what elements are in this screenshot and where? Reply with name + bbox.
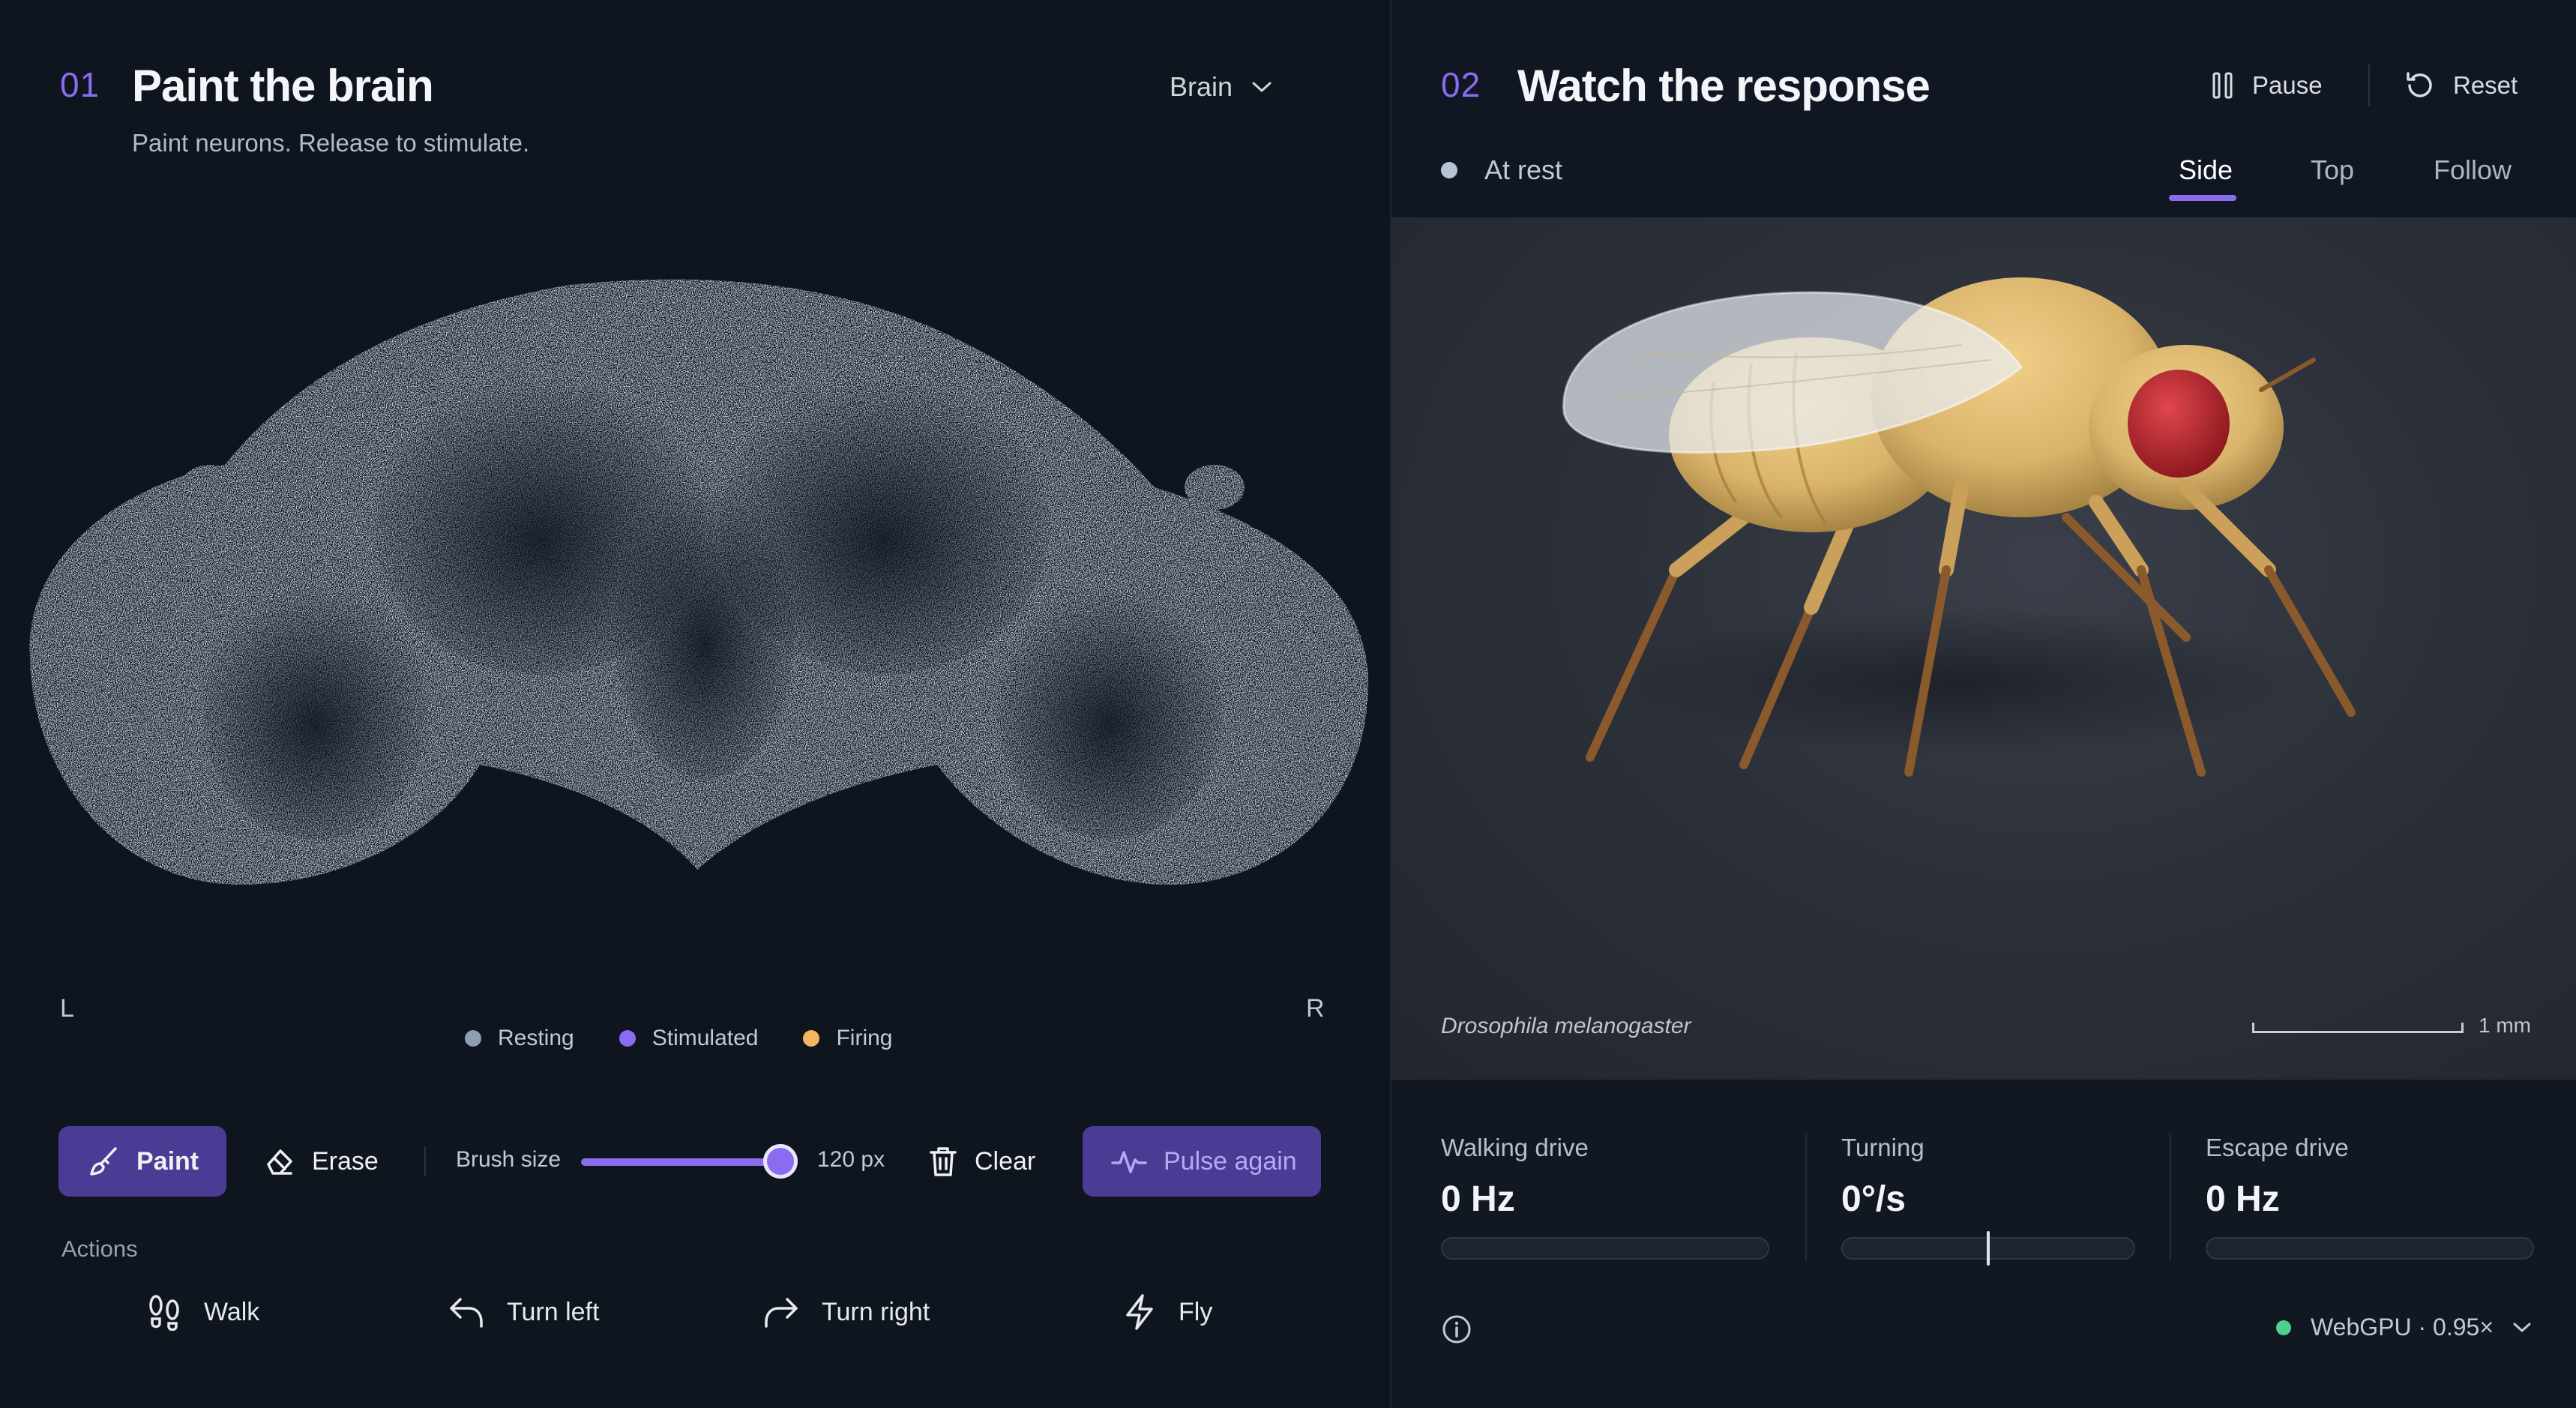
eraser-icon xyxy=(262,1145,295,1178)
tab-top[interactable]: Top xyxy=(2311,154,2354,186)
info-button[interactable] xyxy=(1441,1314,1472,1345)
firing-dot-icon xyxy=(803,1030,820,1047)
region-select[interactable]: Brain xyxy=(1170,66,1327,108)
walking-drive-bar xyxy=(1441,1237,1769,1260)
pulse-again-button[interactable]: Pulse again xyxy=(1083,1126,1321,1197)
backend-status-dot-icon xyxy=(2276,1320,2292,1335)
backend-selector[interactable]: WebGPU · 0.95× xyxy=(2276,1314,2531,1341)
tab-follow[interactable]: Follow xyxy=(2434,154,2512,186)
paint-button[interactable]: Paint xyxy=(58,1126,226,1197)
motor-metrics: Walking drive 0 Hz Turning 0°/s Escape d… xyxy=(1391,1080,2576,1408)
paintbrush-icon xyxy=(87,1145,120,1178)
resting-dot-icon xyxy=(465,1030,481,1047)
brain-canvas[interactable] xyxy=(0,240,1390,915)
toolbar-divider xyxy=(424,1147,426,1176)
brain-panel: 01 Paint the brain Paint neurons. Releas… xyxy=(0,0,1390,1408)
erase-button[interactable]: Erase xyxy=(262,1126,397,1197)
panel-title: Watch the response xyxy=(1517,61,1931,111)
pause-icon xyxy=(2212,71,2234,100)
escape-drive-bar xyxy=(2206,1237,2534,1260)
left-side-label: L xyxy=(60,994,74,1023)
species-label: Drosophila melanogaster xyxy=(1441,1014,1691,1038)
tab-side[interactable]: Side xyxy=(2179,154,2233,186)
turn-left-icon xyxy=(448,1295,484,1329)
pulse-icon xyxy=(1111,1146,1147,1176)
right-side-label: R xyxy=(1306,994,1325,1023)
legend-firing: Firing xyxy=(803,1026,892,1051)
pause-button[interactable]: Pause xyxy=(2212,63,2323,108)
metric-divider xyxy=(2170,1134,2171,1261)
brush-toolbar: Paint Erase Brush size 120 px Clear Puls… xyxy=(58,1126,1325,1197)
scale-label: 1 mm xyxy=(2479,1014,2531,1037)
step-number: 02 xyxy=(1441,65,1481,104)
brush-size-slider[interactable] xyxy=(581,1158,782,1166)
turn-right-icon xyxy=(763,1295,799,1329)
fly-status: At rest xyxy=(1441,154,1562,186)
chevron-down-icon xyxy=(2513,1323,2531,1333)
brush-size-value: 120 px xyxy=(817,1147,885,1172)
turn-left-action-button[interactable]: Turn left xyxy=(448,1284,599,1341)
active-tab-indicator xyxy=(2169,195,2236,201)
trash-icon xyxy=(928,1145,958,1178)
response-panel: 02 Watch the response Pause Reset At res… xyxy=(1391,0,2576,1408)
status-dot-icon xyxy=(1441,162,1457,178)
turning-value: 0°/s xyxy=(1841,1179,1906,1219)
control-divider xyxy=(2368,64,2370,106)
legend-resting: Resting xyxy=(465,1026,574,1051)
escape-drive-metric: Escape drive 0 Hz xyxy=(2206,1134,2349,1219)
reset-icon xyxy=(2405,70,2435,100)
clear-button[interactable]: Clear xyxy=(928,1126,1048,1197)
fly-viewport[interactable] xyxy=(1391,217,2576,1080)
chevron-down-icon xyxy=(1252,81,1272,93)
brush-size-slider-thumb[interactable] xyxy=(763,1144,798,1179)
turning-center-needle xyxy=(1987,1231,1990,1266)
metric-divider xyxy=(1805,1134,1807,1261)
walking-drive-value: 0 Hz xyxy=(1441,1179,1515,1219)
fly-action-button[interactable]: Fly xyxy=(1123,1284,1212,1341)
turning-metric: Turning 0°/s xyxy=(1841,1134,1925,1219)
walking-drive-metric: Walking drive 0 Hz xyxy=(1441,1134,1589,1219)
neuron-legend: Resting Stimulated Firing xyxy=(465,1026,892,1051)
panel-title: Paint the brain xyxy=(132,61,434,111)
region-select-value: Brain xyxy=(1170,71,1233,102)
fruit-fly-render xyxy=(1562,277,2356,777)
legend-stimulated: Stimulated xyxy=(619,1026,758,1051)
brain-point-cloud[interactable] xyxy=(0,240,1390,915)
brush-size-label: Brush size xyxy=(456,1147,562,1172)
actions-heading: Actions xyxy=(61,1236,138,1262)
footprints-icon xyxy=(147,1293,181,1331)
lightning-icon xyxy=(1123,1293,1156,1331)
scale-bar xyxy=(2252,1023,2464,1033)
turn-right-action-button[interactable]: Turn right xyxy=(763,1284,930,1341)
walk-action-button[interactable]: Walk xyxy=(147,1284,259,1341)
step-number: 01 xyxy=(60,65,100,104)
reset-button[interactable]: Reset xyxy=(2405,63,2518,108)
info-icon xyxy=(1441,1314,1472,1345)
stimulated-dot-icon xyxy=(619,1030,636,1047)
escape-drive-value: 0 Hz xyxy=(2206,1179,2280,1219)
panel-subtitle: Paint neurons. Release to stimulate. xyxy=(132,129,530,157)
